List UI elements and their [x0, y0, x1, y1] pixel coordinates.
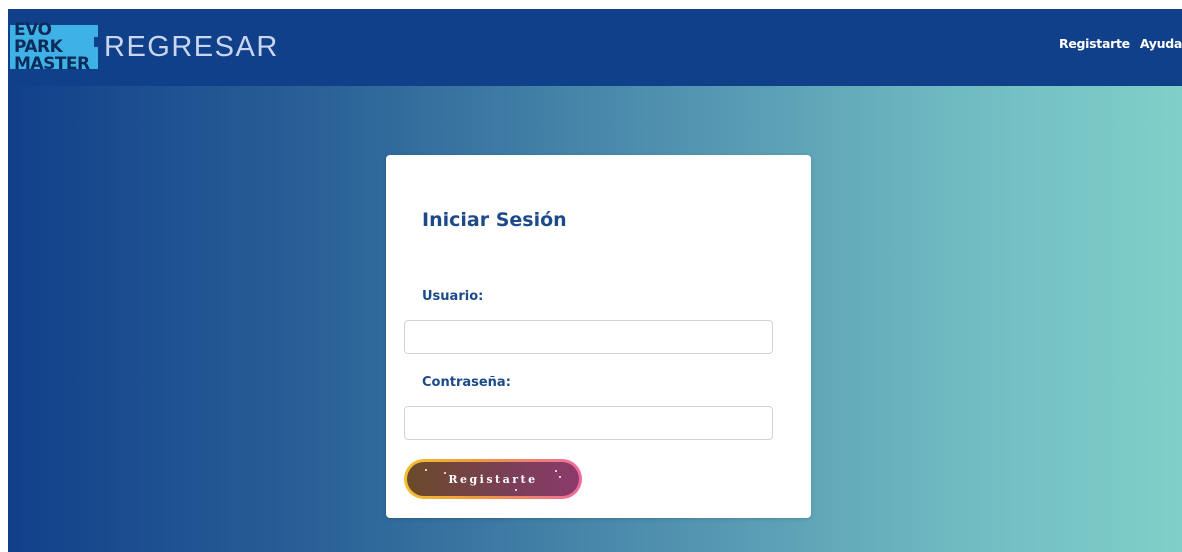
- sparkle-decoration: [425, 469, 427, 471]
- sparkle-decoration: [559, 476, 561, 478]
- sparkle-decoration: [555, 470, 557, 472]
- password-label: Contraseña:: [422, 375, 511, 390]
- evo-park-master-logo[interactable]: EVO PARK MASTER: [10, 19, 98, 72]
- back-link[interactable]: REGRESAR: [104, 28, 279, 66]
- nav-link-register[interactable]: Registarte: [1059, 36, 1130, 51]
- username-label: Usuario:: [422, 289, 484, 304]
- login-card: Iniciar Sesión Usuario: Contraseña: Regi…: [386, 155, 811, 518]
- logo-text-line-2: MASTER: [14, 53, 90, 74]
- navbar: EVO PARK MASTER REGRESAR Registarte Ayud…: [8, 9, 1182, 86]
- username-input[interactable]: [404, 320, 773, 354]
- login-title: Iniciar Sesión: [422, 209, 567, 231]
- app-frame: EVO PARK MASTER REGRESAR Registarte Ayud…: [8, 9, 1182, 552]
- sparkle-decoration: [515, 489, 517, 491]
- nav-link-help[interactable]: Ayuda: [1140, 36, 1182, 51]
- logo-text-line-1: EVO PARK: [14, 19, 63, 57]
- logo-notch-shape: [94, 37, 98, 47]
- submit-button[interactable]: Registarte: [404, 459, 582, 499]
- sparkle-decoration: [444, 472, 446, 474]
- password-input[interactable]: [404, 406, 773, 440]
- submit-button-label: Registarte: [448, 472, 538, 486]
- nav-links: Registarte Ayuda: [1059, 36, 1182, 51]
